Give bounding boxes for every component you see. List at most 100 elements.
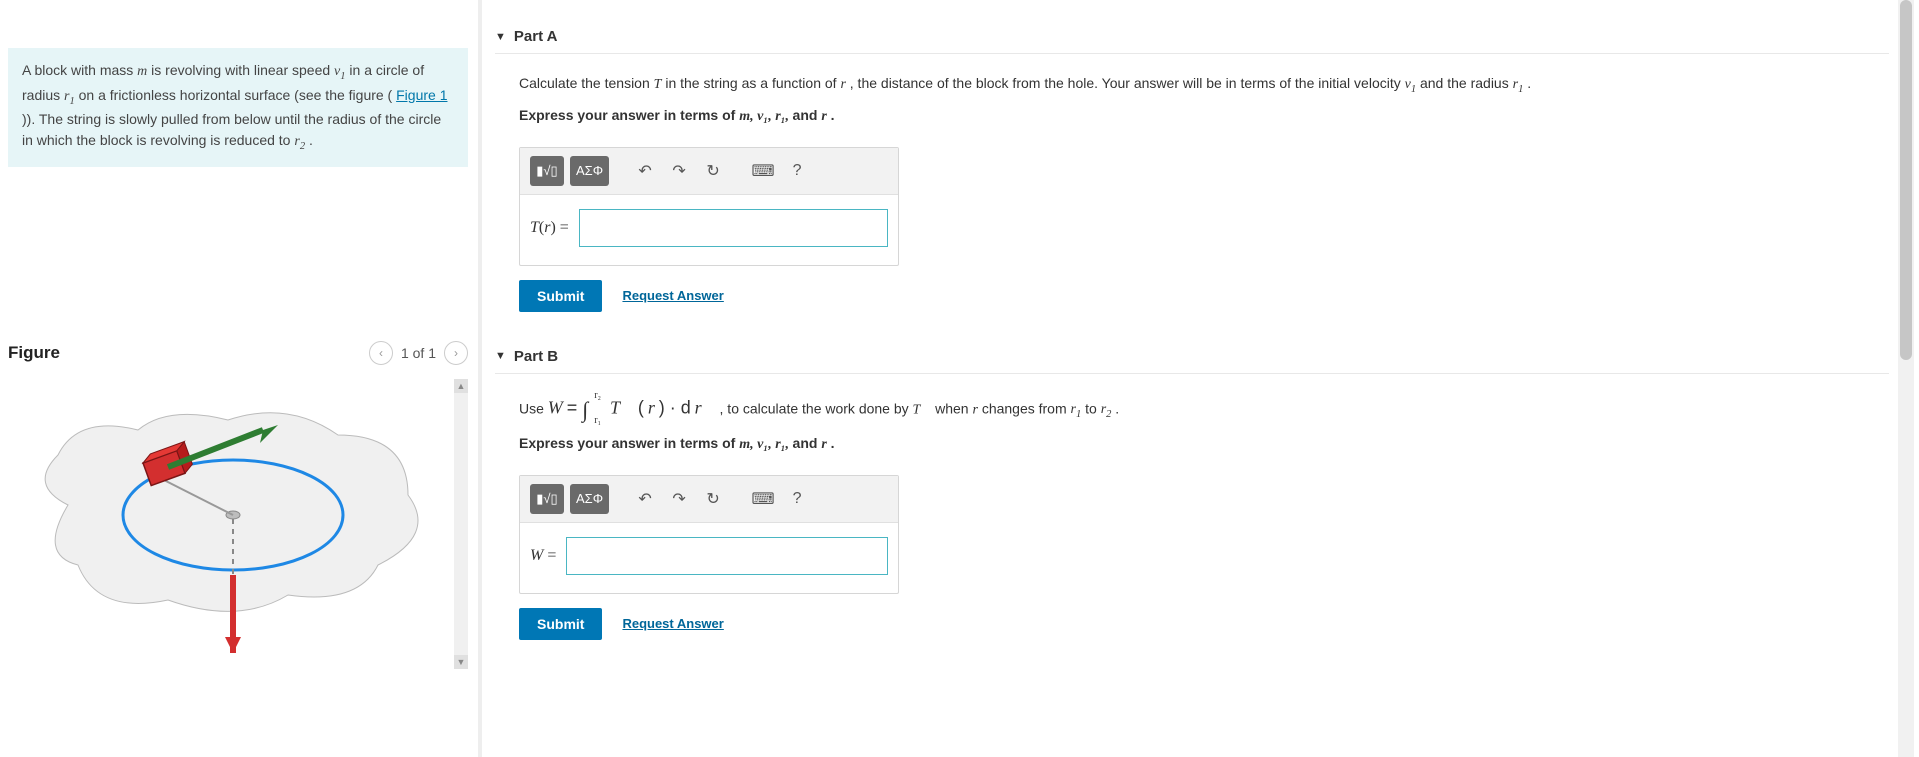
part-a-label: T(r) =	[530, 219, 569, 237]
var-Tvec: T⃗	[610, 397, 634, 417]
text: and	[793, 107, 822, 123]
intro-text: )). The string is slowly pulled from bel…	[22, 111, 441, 148]
collapse-icon: ▼	[495, 31, 506, 43]
text: Use	[519, 400, 548, 416]
part-b-actions: Submit Request Answer	[519, 608, 1889, 640]
figure-title: Figure	[8, 343, 60, 363]
collapse-icon: ▼	[495, 350, 506, 362]
figure-scroll-up[interactable]: ▲	[454, 379, 468, 393]
var-r2: r2	[294, 134, 305, 149]
part-a-header[interactable]: ▼ Part A	[495, 20, 1889, 54]
part-b-answer-box: ▮√▯ ΑΣΦ ↶ ↷ ↻ ⌨ ? W =	[519, 475, 899, 594]
pager-next-button[interactable]: ›	[444, 341, 468, 365]
intro-text: A block with mass	[22, 62, 137, 78]
vars: m, v₁, r₁,	[739, 109, 792, 124]
part-b-title: Part B	[514, 348, 558, 365]
figure-svg	[8, 385, 438, 665]
vars: m, v₁, r₁,	[739, 437, 792, 452]
intro-text: is revolving with linear speed	[151, 62, 334, 78]
part-a: ▼ Part A Calculate the tension T in the …	[495, 20, 1889, 320]
var-r: r	[648, 397, 655, 417]
part-b-express: Express your answer in terms of m, v₁, r…	[519, 435, 1889, 453]
request-answer-link[interactable]: Request Answer	[622, 616, 723, 631]
part-b-answer-input[interactable]	[566, 537, 888, 575]
part-a-title: Part A	[514, 28, 558, 45]
equation-toolbar: ▮√▯ ΑΣΦ ↶ ↷ ↻ ⌨ ?	[520, 148, 898, 195]
part-a-input-row: T(r) =	[520, 195, 898, 265]
reset-icon[interactable]: ↻	[699, 156, 727, 186]
intro-text: .	[309, 132, 313, 148]
part-a-answer-input[interactable]	[579, 209, 888, 247]
part-b-header[interactable]: ▼ Part B	[495, 340, 1889, 374]
left-column: A block with mass m is revolving with li…	[8, 0, 468, 669]
scrollbar-thumb[interactable]	[1900, 0, 1912, 360]
undo-icon[interactable]: ↶	[631, 484, 659, 514]
help-icon[interactable]: ?	[783, 484, 811, 514]
help-icon[interactable]: ?	[783, 156, 811, 186]
var-T: T	[654, 77, 662, 92]
keyboard-icon[interactable]: ⌨	[749, 156, 777, 186]
part-b-body: Use W = ∫ r₂ r₁ T⃗ ( r ) · d r⃗ , to cal…	[495, 374, 1889, 648]
redo-icon[interactable]: ↷	[665, 156, 693, 186]
var-W: W	[548, 397, 563, 417]
text: .	[1115, 400, 1119, 416]
text: to	[1085, 400, 1101, 416]
text: when	[935, 400, 972, 416]
reset-icon[interactable]: ↻	[699, 484, 727, 514]
eq: =	[567, 397, 583, 417]
toolbar-templates-button[interactable]: ▮√▯	[530, 484, 564, 514]
var-r1: r1	[1513, 77, 1524, 92]
toolbar-greek-button[interactable]: ΑΣΦ	[570, 156, 609, 186]
var-v1: v1	[1405, 77, 1416, 92]
text: ) · d	[659, 397, 691, 417]
text: Express your answer in terms of	[519, 435, 739, 451]
toolbar-templates-button[interactable]: ▮√▯	[530, 156, 564, 186]
text: Calculate the tension	[519, 75, 654, 91]
part-a-actions: Submit Request Answer	[519, 280, 1889, 312]
redo-icon[interactable]: ↷	[665, 484, 693, 514]
keyboard-icon[interactable]: ⌨	[749, 484, 777, 514]
figure-link[interactable]: Figure 1	[396, 87, 447, 103]
var-r: r	[821, 109, 826, 124]
text: and the radius	[1420, 75, 1513, 91]
var-m: m	[137, 64, 147, 79]
part-b: ▼ Part B Use W = ∫ r₂ r₁ T⃗ ( r ) · d r⃗…	[495, 340, 1889, 648]
text: and	[793, 435, 822, 451]
var-r1: r1	[64, 89, 75, 104]
toolbar-greek-button[interactable]: ΑΣΦ	[570, 484, 609, 514]
request-answer-link[interactable]: Request Answer	[622, 288, 723, 303]
text: (	[638, 397, 644, 417]
problem-intro: A block with mass m is revolving with li…	[8, 48, 468, 167]
pager-prev-button[interactable]: ‹	[369, 341, 393, 365]
text: changes from	[982, 400, 1071, 416]
equation-toolbar: ▮√▯ ΑΣΦ ↶ ↷ ↻ ⌨ ?	[520, 476, 898, 523]
figure-scroll-down[interactable]: ▼	[454, 655, 468, 669]
text: .	[831, 435, 835, 451]
var-r: r	[972, 402, 977, 417]
part-a-body: Calculate the tension T in the string as…	[495, 54, 1889, 320]
text: .	[1527, 75, 1531, 91]
var-r: r	[840, 77, 845, 92]
text: , to calculate the work done by	[720, 400, 913, 416]
part-a-express: Express your answer in terms of m, v₁, r…	[519, 107, 1889, 125]
part-a-answer-box: ▮√▯ ΑΣΦ ↶ ↷ ↻ ⌨ ? T(r) =	[519, 147, 899, 266]
intro-text: on a frictionless horizontal surface (se…	[79, 87, 393, 103]
var-Tvec: T⃗	[913, 402, 932, 417]
part-b-label: W =	[530, 547, 556, 565]
pager-label: 1 of 1	[401, 345, 436, 361]
submit-button[interactable]: Submit	[519, 608, 602, 640]
figure-pager: ‹ 1 of 1 ›	[369, 341, 468, 365]
var-rvec: r⃗	[695, 397, 716, 417]
page-scrollbar[interactable]	[1898, 0, 1914, 757]
undo-icon[interactable]: ↶	[631, 156, 659, 186]
submit-button[interactable]: Submit	[519, 280, 602, 312]
figure-canvas: ▲ ▼	[8, 379, 468, 669]
text: in the string as a function of	[665, 75, 840, 91]
part-b-input-row: W =	[520, 523, 898, 593]
text: .	[831, 107, 835, 123]
figure-header: Figure ‹ 1 of 1 ›	[8, 337, 468, 369]
right-column: ▼ Part A Calculate the tension T in the …	[495, 0, 1889, 648]
var-v1: v1	[334, 64, 345, 79]
var-r2: r2	[1101, 402, 1112, 417]
var-r: r	[821, 437, 826, 452]
